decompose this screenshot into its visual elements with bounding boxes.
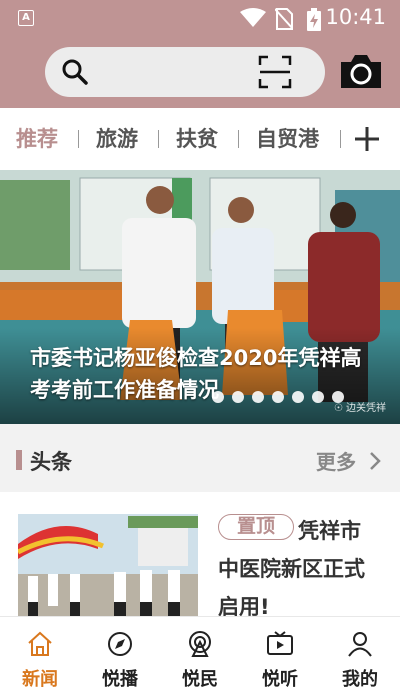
tab-poverty[interactable]: 扶贫 [176,123,218,153]
nav-profile[interactable]: 我的 [320,617,400,700]
nav-label: 悦播 [102,669,138,690]
search-input[interactable] [97,57,247,87]
no-sim-icon [275,8,293,30]
section-accent-bar [16,450,22,470]
featured-banner[interactable]: 市委书记杨亚俊检查2020年凭祥高考考前工作准备情况 [0,170,400,424]
news-list-item[interactable]: 置顶 凭祥市中医院新区正式启用! [0,492,400,616]
carousel-dot[interactable] [272,391,284,403]
app-header: A 10:41 [0,0,400,108]
app-notification-icon: A [18,10,34,26]
add-tab-icon[interactable] [353,125,381,153]
more-link[interactable]: 更多 [316,446,356,475]
video-icon [267,631,293,655]
news-headline[interactable]: 凭祥市中医院新区正式启用! [218,512,380,616]
search-icon[interactable] [61,58,89,86]
user-icon [348,632,372,657]
nav-news[interactable]: 新闻 [0,617,80,700]
nav-broadcast[interactable]: 悦播 [80,617,160,700]
tab-travel[interactable]: 旅游 [96,123,138,153]
news-thumbnail [18,514,198,616]
camera-icon[interactable] [339,52,383,90]
broadcast-icon [189,631,211,657]
carousel-dot[interactable] [252,391,264,403]
tab-divider [78,130,79,148]
compass-icon [108,632,132,656]
nav-listen[interactable]: 悦听 [240,617,320,700]
category-tabs: 推荐 旅游 扶贫 自贸港 [0,108,400,170]
wifi-icon [240,8,266,27]
tab-free-trade-port[interactable]: 自贸港 [256,123,319,153]
tab-divider [340,130,341,148]
nav-label: 悦民 [182,669,218,690]
carousel-dot[interactable] [292,391,304,403]
section-title: 头条 [30,450,72,474]
scan-icon[interactable] [258,55,292,89]
carousel-dot-active[interactable] [212,391,224,403]
chevron-right-icon[interactable] [368,451,382,471]
bottom-nav: 新闻 悦播 悦民 悦听 我的 [0,616,400,700]
tab-divider [238,130,239,148]
banner-watermark: ☉ 边关凭祥 [333,403,386,414]
battery-charging-icon [307,8,321,31]
headlines-section-header: 头条 更多 [0,436,400,482]
tab-divider [158,130,159,148]
nav-people[interactable]: 悦民 [160,617,240,700]
nav-label: 我的 [342,669,378,690]
nav-label: 悦听 [262,669,298,690]
home-icon [28,631,52,656]
tab-recommend[interactable]: 推荐 [16,123,58,153]
status-bar: A 10:41 [0,0,400,36]
carousel-dot[interactable] [232,391,244,403]
clock: 10:41 [325,5,386,29]
carousel-dot[interactable] [312,391,324,403]
search-bar[interactable] [45,47,325,97]
nav-label: 新闻 [22,669,58,690]
